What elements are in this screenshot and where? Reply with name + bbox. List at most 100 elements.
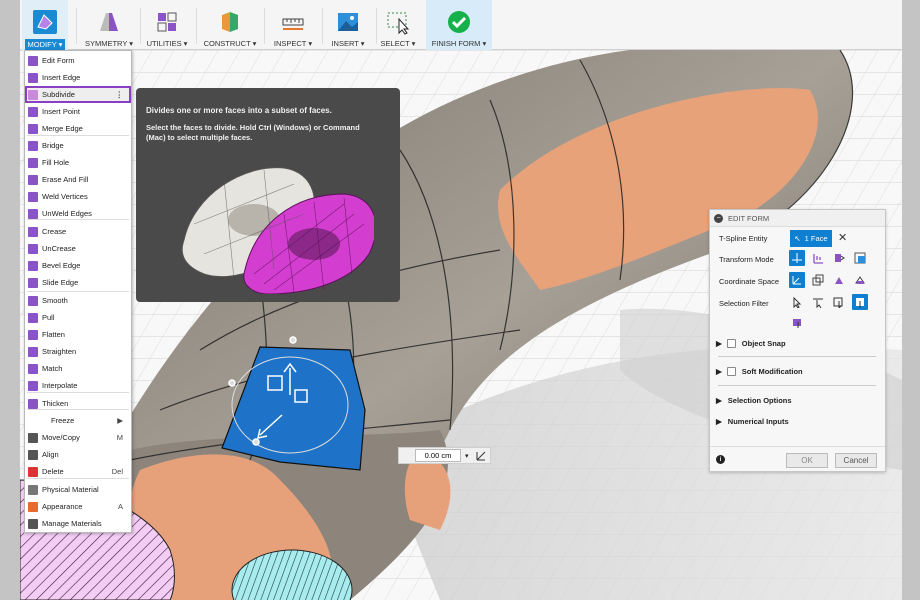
menu-item-align[interactable]: Align [25,446,131,463]
filter-edge-icon[interactable] [810,294,826,310]
interpolate-icon [28,380,38,391]
menu-item-manage-materials[interactable]: Manage Materials [25,515,131,532]
filter-loop-icon[interactable] [789,314,805,330]
construct-button[interactable]: CONSTRUCT ▾ [202,0,258,50]
more-options-icon[interactable]: ⋮ [116,90,124,99]
menu-item-move-copy[interactable]: Move/Copy M [25,429,131,446]
menu-item-label: Insert Point [42,107,80,116]
menu-item-weld-vertices[interactable]: Weld Vertices [25,188,131,205]
menu-item-unweld-edges[interactable]: UnWeld Edges [25,205,131,222]
transform-translate-icon[interactable] [810,250,826,266]
transform-multi-icon[interactable] [789,250,805,266]
menu-item-bridge[interactable]: Bridge [25,137,131,154]
menu-item-label: UnCrease [42,244,76,253]
submenu-arrow-icon: ▶ [117,416,123,425]
construct-icon [216,8,244,36]
filter-body-icon[interactable] [852,294,868,310]
menu-item-subdivide[interactable]: Subdivide ⋮ [25,86,131,103]
insert-button[interactable]: INSERT ▾ [326,0,370,50]
chevron-down-icon[interactable]: ▾ [465,452,469,460]
menu-item-merge-edge[interactable]: Merge Edge [25,120,131,137]
menu-item-label: Move/Copy [42,433,80,442]
menu-item-label: Edit Form [42,56,75,65]
expand-arrow-icon: ▶ [716,367,722,376]
shortcut-label: A [117,502,123,511]
coord-pertarget-icon[interactable] [852,272,868,288]
menu-item-edit-form[interactable]: Edit Form [25,52,131,69]
filter-face-icon[interactable] [831,294,847,310]
selection-options-label: Selection Options [727,396,792,405]
coord-local-icon[interactable] [831,272,847,288]
menu-item-label: Pull [42,313,55,322]
menu-item-label: Straighten [42,347,77,356]
menu-item-label: Merge Edge [42,124,83,133]
menu-item-slide-edge[interactable]: Slide Edge [25,274,131,291]
selection-options-row[interactable]: ▶ Selection Options [716,396,792,405]
menu-item-delete[interactable]: Delete Del [25,463,131,480]
soft-modification-checkbox[interactable] [726,367,736,376]
object-snap-checkbox[interactable] [726,339,736,348]
object-snap-row[interactable]: ▶ Object Snap [716,339,786,348]
pull-icon [28,312,38,323]
bridge-icon [28,140,38,151]
menu-item-pull[interactable]: Pull [25,309,131,326]
menu-item-label: Subdivide [42,90,75,99]
menu-item-insert-edge[interactable]: Insert Edge [25,69,131,86]
modify-button[interactable]: MODIFY ▾ [22,0,68,50]
insert-edge-icon [28,72,38,83]
menu-item-flatten[interactable]: Flatten [25,326,131,343]
inspect-button[interactable]: INSPECT ▾ [268,0,318,50]
transform-rotate-icon[interactable] [831,250,847,266]
transform-scale-icon[interactable] [852,250,868,266]
axis-icon[interactable] [475,450,487,462]
ok-button[interactable]: OK [786,453,828,468]
info-icon[interactable]: i [716,455,725,464]
select-button[interactable]: SELECT ▾ [378,0,418,50]
appearance-icon [28,501,38,512]
menu-item-crease[interactable]: Crease [25,223,131,240]
tooltip-title: Divides one or more faces into a subset … [146,106,332,115]
filter-vertex-icon[interactable] [789,294,805,310]
soft-modification-label: Soft Modification [741,367,803,376]
clear-selection-x-icon[interactable]: ✕ [838,231,847,244]
symmetry-button[interactable]: SYMMETRY ▾ [82,0,136,50]
thicken-icon [28,398,38,409]
soft-modification-row[interactable]: ▶ Soft Modification [716,367,803,376]
menu-item-erase-and-fill[interactable]: Erase And Fill [25,171,131,188]
coord-world-icon[interactable] [789,272,805,288]
cursor-arrow-icon: ↖ [794,234,801,243]
menu-item-uncrease[interactable]: UnCrease [25,240,131,257]
measure-icon [279,8,307,36]
menu-item-straighten[interactable]: Straighten [25,343,131,360]
shortcut-label: M [116,433,123,442]
menu-item-appearance[interactable]: Appearance A [25,498,131,515]
menu-item-label: Physical Material [42,485,99,494]
subdivide-preview-image [181,167,374,294]
edit-form-icon [28,55,38,66]
flatten-icon [28,329,38,340]
numerical-inputs-row[interactable]: ▶ Numerical Inputs [716,417,789,426]
finish-form-button[interactable]: FINISH FORM ▾ [426,0,492,50]
menu-item-physical-material[interactable]: Physical Material [25,481,131,498]
menu-item-smooth[interactable]: Smooth [25,292,131,309]
coord-view-icon[interactable] [810,272,826,288]
face-selection-chip[interactable]: ↖ 1 Face [790,230,832,247]
move-copy-icon [28,432,38,443]
distance-input[interactable] [415,449,461,462]
menu-item-insert-point[interactable]: Insert Point [25,103,131,120]
menu-item-label: Bevel Edge [42,261,81,270]
menu-item-thicken[interactable]: Thicken [25,395,131,412]
bevel-edge-icon [28,260,38,271]
menu-item-match[interactable]: Match [25,360,131,377]
menu-item-interpolate[interactable]: Interpolate [25,377,131,394]
menu-item-fill-hole[interactable]: Fill Hole [25,154,131,171]
collapse-icon[interactable]: − [714,213,723,223]
match-icon [28,363,38,374]
face-chip-label: 1 Face [804,234,828,243]
menu-item-freeze[interactable]: Freeze ▶ [25,412,131,429]
menu-item-label: Delete [42,467,64,476]
menu-item-bevel-edge[interactable]: Bevel Edge [25,257,131,274]
expand-arrow-icon: ▶ [716,396,722,405]
cancel-button[interactable]: Cancel [835,453,877,468]
utilities-button[interactable]: UTILITIES ▾ [144,0,190,50]
